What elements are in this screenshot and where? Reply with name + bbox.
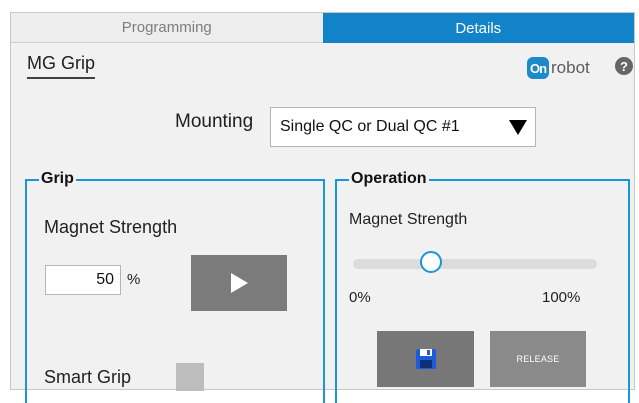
- grip-magnet-strength-label: Magnet Strength: [44, 217, 178, 237]
- onrobot-logo-text: robot: [551, 58, 590, 77]
- tab-bar: Programming Details: [11, 13, 634, 43]
- magnet-strength-input[interactable]: 50: [45, 265, 121, 295]
- mounting-label: Mounting: [175, 111, 254, 132]
- release-button[interactable]: RELEASE: [490, 331, 586, 387]
- page-title: MG Grip: [27, 53, 96, 79]
- save-button[interactable]: [377, 331, 474, 387]
- operation-group: Operation Magnet Strength 0% 100% RELEAS…: [335, 170, 630, 403]
- app-window: Programming Details MG Grip On robot ? M…: [10, 12, 635, 403]
- tab-details[interactable]: Details: [322, 13, 634, 43]
- smart-grip-label: Smart Grip: [44, 367, 132, 387]
- magnet-strength-slider-track[interactable]: [353, 259, 597, 269]
- grip-play-button[interactable]: [191, 255, 287, 311]
- mounting-select[interactable]: Single QC or Dual QC #1: [270, 107, 536, 147]
- help-icon[interactable]: ?: [615, 57, 633, 75]
- magnet-strength-slider-thumb[interactable]: [419, 251, 442, 273]
- mounting-value: Single QC or Dual QC #1: [280, 118, 460, 135]
- save-icon: [415, 349, 436, 369]
- grip-legend: Grip: [39, 170, 76, 188]
- tab-programming[interactable]: Programming: [11, 13, 323, 43]
- smart-grip-checkbox[interactable]: [176, 363, 204, 391]
- onrobot-logo: On robot: [527, 57, 590, 79]
- slider-max-label: 100%: [542, 289, 581, 306]
- onrobot-logo-badge: On: [527, 57, 549, 79]
- operation-legend: Operation: [349, 170, 429, 188]
- percent-unit-label: %: [127, 271, 141, 288]
- grip-group: Grip Magnet Strength 50 % Smart Grip: [25, 170, 325, 403]
- play-icon: [230, 273, 248, 293]
- dropdown-arrow-icon: [509, 120, 527, 135]
- operation-magnet-strength-label: Magnet Strength: [349, 211, 468, 228]
- slider-min-label: 0%: [349, 289, 371, 306]
